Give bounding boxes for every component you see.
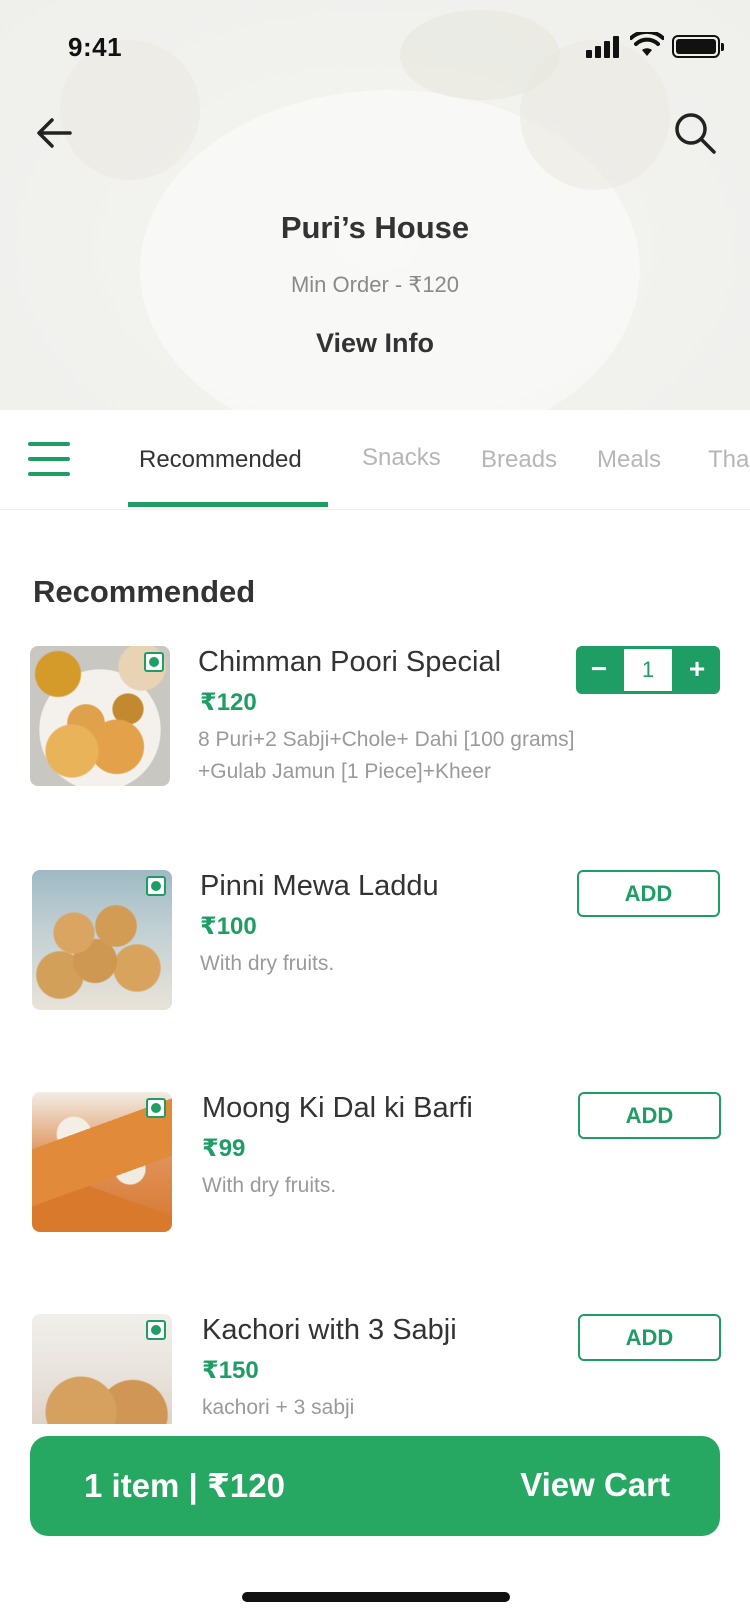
increase-quantity-button[interactable]: + (674, 646, 720, 694)
item-image[interactable] (32, 870, 172, 1010)
tab-snacks[interactable]: Snacks (362, 444, 441, 472)
menu-item: Kachori with 3 Sabji ₹150 kachori + 3 sa… (0, 1314, 750, 1424)
search-icon[interactable] (670, 108, 720, 158)
view-cart-bar[interactable]: 1 item | ₹120 View Cart (30, 1436, 720, 1536)
item-description: With dry fruits. (200, 952, 335, 975)
menu-item: Pinni Mewa Laddu ₹100 With dry fruits. A… (0, 870, 750, 1030)
add-button[interactable]: ADD (577, 870, 720, 917)
item-image[interactable] (32, 1092, 172, 1232)
tab-recommended[interactable]: Recommended (139, 446, 302, 474)
quantity-stepper: − 1 + (576, 646, 720, 694)
hamburger-menu-icon[interactable] (28, 442, 70, 476)
decrease-quantity-button[interactable]: − (576, 646, 622, 694)
add-button[interactable]: ADD (578, 1092, 721, 1139)
item-price: ₹99 (202, 1135, 246, 1162)
veg-indicator-icon (146, 1098, 166, 1118)
store-name: Puri’s House (280, 210, 470, 245)
item-price: ₹120 (200, 689, 257, 716)
item-price: ₹100 (200, 913, 257, 940)
tab-meals[interactable]: Meals (597, 446, 661, 474)
item-image[interactable] (30, 646, 170, 786)
item-name: Pinni Mewa Laddu (200, 870, 439, 902)
item-name: Kachori with 3 Sabji (202, 1314, 457, 1346)
cart-summary: 1 item | ₹120 (84, 1467, 285, 1504)
home-indicator[interactable] (242, 1592, 510, 1602)
quantity-value: 1 (624, 649, 672, 691)
store-header: 9:41 Puri’s House Min Order - ₹120 View … (0, 0, 750, 410)
tab-breads[interactable]: Breads (481, 446, 557, 474)
veg-indicator-icon (146, 876, 166, 896)
active-tab-indicator (128, 502, 328, 507)
battery-icon (672, 35, 724, 58)
veg-indicator-icon (146, 1320, 166, 1340)
status-time: 9:41 (68, 32, 123, 62)
category-tabbar: Recommended Snacks Breads Meals Tha (0, 410, 750, 510)
menu-item: Moong Ki Dal ki Barfi ₹99 With dry fruit… (0, 1092, 750, 1252)
min-order: Min Order - ₹120 (290, 272, 460, 297)
status-bar: 9:41 (0, 0, 750, 96)
add-button[interactable]: ADD (578, 1314, 721, 1361)
back-arrow-icon[interactable] (30, 108, 80, 158)
view-info-link[interactable]: View Info (0, 328, 750, 359)
item-name: Moong Ki Dal ki Barfi (202, 1092, 473, 1124)
item-price: ₹150 (202, 1357, 259, 1384)
item-image[interactable] (32, 1314, 172, 1424)
item-description: 8 Puri+2 Sabji+Chole+ Dahi [100 grams] +… (198, 728, 575, 783)
view-cart-button[interactable]: View Cart (520, 1466, 670, 1504)
item-description: With dry fruits. (202, 1174, 337, 1197)
wifi-icon (630, 32, 664, 56)
tab-thali[interactable]: Tha (708, 446, 749, 474)
item-name: Chimman Poori Special (198, 646, 502, 678)
menu-item: Chimman Poori Special ₹120 8 Puri+2 Sabj… (0, 646, 750, 806)
veg-indicator-icon (144, 652, 164, 672)
section-title: Recommended (33, 574, 256, 609)
cellular-signal-icon (586, 36, 622, 58)
item-description: kachori + 3 sabji (202, 1396, 355, 1419)
